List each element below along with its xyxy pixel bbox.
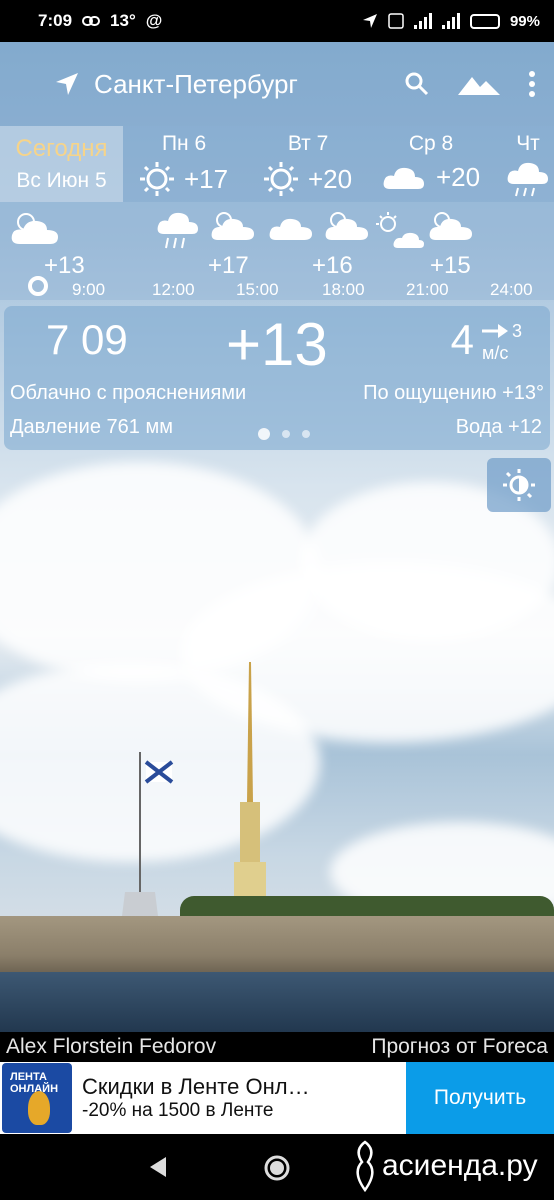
feels-like: По ощущению +13°: [363, 382, 544, 404]
hour-temp: +17: [208, 252, 249, 279]
day-mon[interactable]: Пн 6 +17: [140, 132, 228, 196]
cathedral-spire: [234, 662, 266, 922]
wind-direction-value: 3: [511, 321, 522, 341]
cloud-sun-icon: [429, 212, 472, 240]
weather-description: Облачно с прояснениями: [10, 382, 247, 404]
day-name: Ср 8: [408, 132, 454, 155]
day-night-button[interactable]: [487, 458, 551, 512]
today-date: Вс Июн 5: [16, 169, 107, 192]
hourly-forecast[interactable]: +13 +17 +16 +15 9:00 12:00 15:00 18:00 2…: [0, 202, 554, 300]
day-name: Пн 6: [161, 132, 207, 155]
day-name: Чт: [516, 132, 540, 155]
watermark: асиенда.ру: [352, 1140, 538, 1192]
location-icon[interactable]: [54, 71, 80, 97]
home-icon[interactable]: [263, 1154, 291, 1182]
battery-level: 99%: [509, 12, 540, 30]
cloud-sun-icon: [11, 213, 58, 244]
battery-icon: [469, 13, 500, 29]
ad-cta-button[interactable]: Получить: [406, 1062, 554, 1134]
flag: [120, 752, 174, 932]
watermark-logo-icon: [356, 1140, 374, 1192]
ad-logo: ЛЕНТА ОНЛАЙН: [2, 1063, 72, 1133]
today-label: Сегодня: [15, 135, 108, 162]
mountain-icon[interactable]: [458, 71, 500, 97]
rain-icon: [157, 212, 198, 249]
wind-unit: м/с: [481, 343, 509, 363]
current-time: 7 09: [46, 316, 128, 363]
at-icon: @: [145, 11, 163, 30]
ad-title: Скидки в Ленте Онл…: [82, 1074, 310, 1099]
day-temp: +20: [308, 163, 353, 194]
day-tue[interactable]: Вт 7 +20: [264, 132, 352, 196]
volte-icon: [388, 13, 404, 29]
photo-credit[interactable]: Alex Florstein Fedorov: [6, 1035, 216, 1059]
day-wed[interactable]: Ср 8 +20: [382, 132, 480, 193]
forecast-credit[interactable]: Прогноз от Foreca: [371, 1035, 548, 1059]
cloud-sun-icon: [325, 212, 368, 240]
back-icon[interactable]: [148, 1156, 168, 1178]
current-weather-card[interactable]: 7 09 +13 4 3 м/с Облачно с прояснениями …: [4, 306, 550, 450]
cloud-sun-icon: [211, 212, 254, 240]
sun-cloud-icon: [376, 212, 424, 248]
cloud-icon: [383, 167, 424, 189]
hour-time: 21:00: [406, 280, 449, 299]
top-bar: Санкт-Петербург: [0, 42, 554, 126]
sun-icon: [264, 162, 298, 196]
day-today[interactable]: Сегодня Вс Июн 5: [0, 126, 123, 202]
location-arrow-icon: [362, 14, 377, 28]
hour-time: 24:00: [490, 280, 533, 299]
water-temperature: Вода +12: [455, 416, 542, 438]
sun-moon-icon: [503, 469, 535, 501]
current-temperature: +13: [226, 311, 328, 378]
hour-temp: +13: [44, 252, 85, 279]
wind-block: 4 3 м/с: [451, 316, 522, 364]
ad-subtitle: -20% на 1500 в Ленте: [82, 1100, 274, 1121]
hour-temp: +16: [312, 252, 353, 279]
day-thu[interactable]: Чт: [506, 132, 550, 198]
ad-banner[interactable]: ЛЕНТА ОНЛАЙН Скидки в Ленте Онл… -20% на…: [0, 1062, 554, 1134]
hour-time: 12:00: [152, 280, 195, 299]
cloud-icon: [269, 218, 312, 240]
current-time-marker: [28, 276, 48, 296]
notif-temperature: 13°: [110, 11, 136, 30]
hour-time: 9:00: [72, 280, 106, 299]
search-icon[interactable]: [404, 71, 430, 97]
hour-time: 18:00: [322, 280, 365, 299]
hour-temp: +15: [430, 252, 471, 279]
wind-arrow-icon: [481, 324, 508, 338]
page-indicator: [258, 428, 310, 440]
daily-forecast: Сегодня Вс Июн 5 Пн 6 +17 Вт 7 +20 Ср 8 …: [0, 126, 554, 202]
link-icon: [82, 16, 101, 26]
signal-icon: [413, 13, 432, 29]
pressure: Давление 761 мм: [10, 416, 173, 438]
sun-icon: [140, 162, 174, 196]
city-name[interactable]: Санкт-Петербург: [94, 69, 298, 100]
signal-icon-2: [441, 13, 460, 29]
watermark-text: асиенда.ру: [382, 1149, 538, 1182]
status-bar: 7:09 13° @ 99%: [0, 0, 554, 42]
rain-icon: [507, 162, 548, 197]
more-icon[interactable]: [528, 70, 536, 98]
day-temp: +17: [184, 163, 229, 194]
day-temp: +20: [436, 162, 481, 192]
wind-speed: 4: [450, 316, 474, 363]
hour-time: 15:00: [236, 280, 279, 299]
status-time: 7:09: [38, 11, 73, 30]
credits-bar: Alex Florstein Fedorov Прогноз от Foreca: [0, 1032, 554, 1062]
day-name: Вт 7: [287, 132, 329, 155]
